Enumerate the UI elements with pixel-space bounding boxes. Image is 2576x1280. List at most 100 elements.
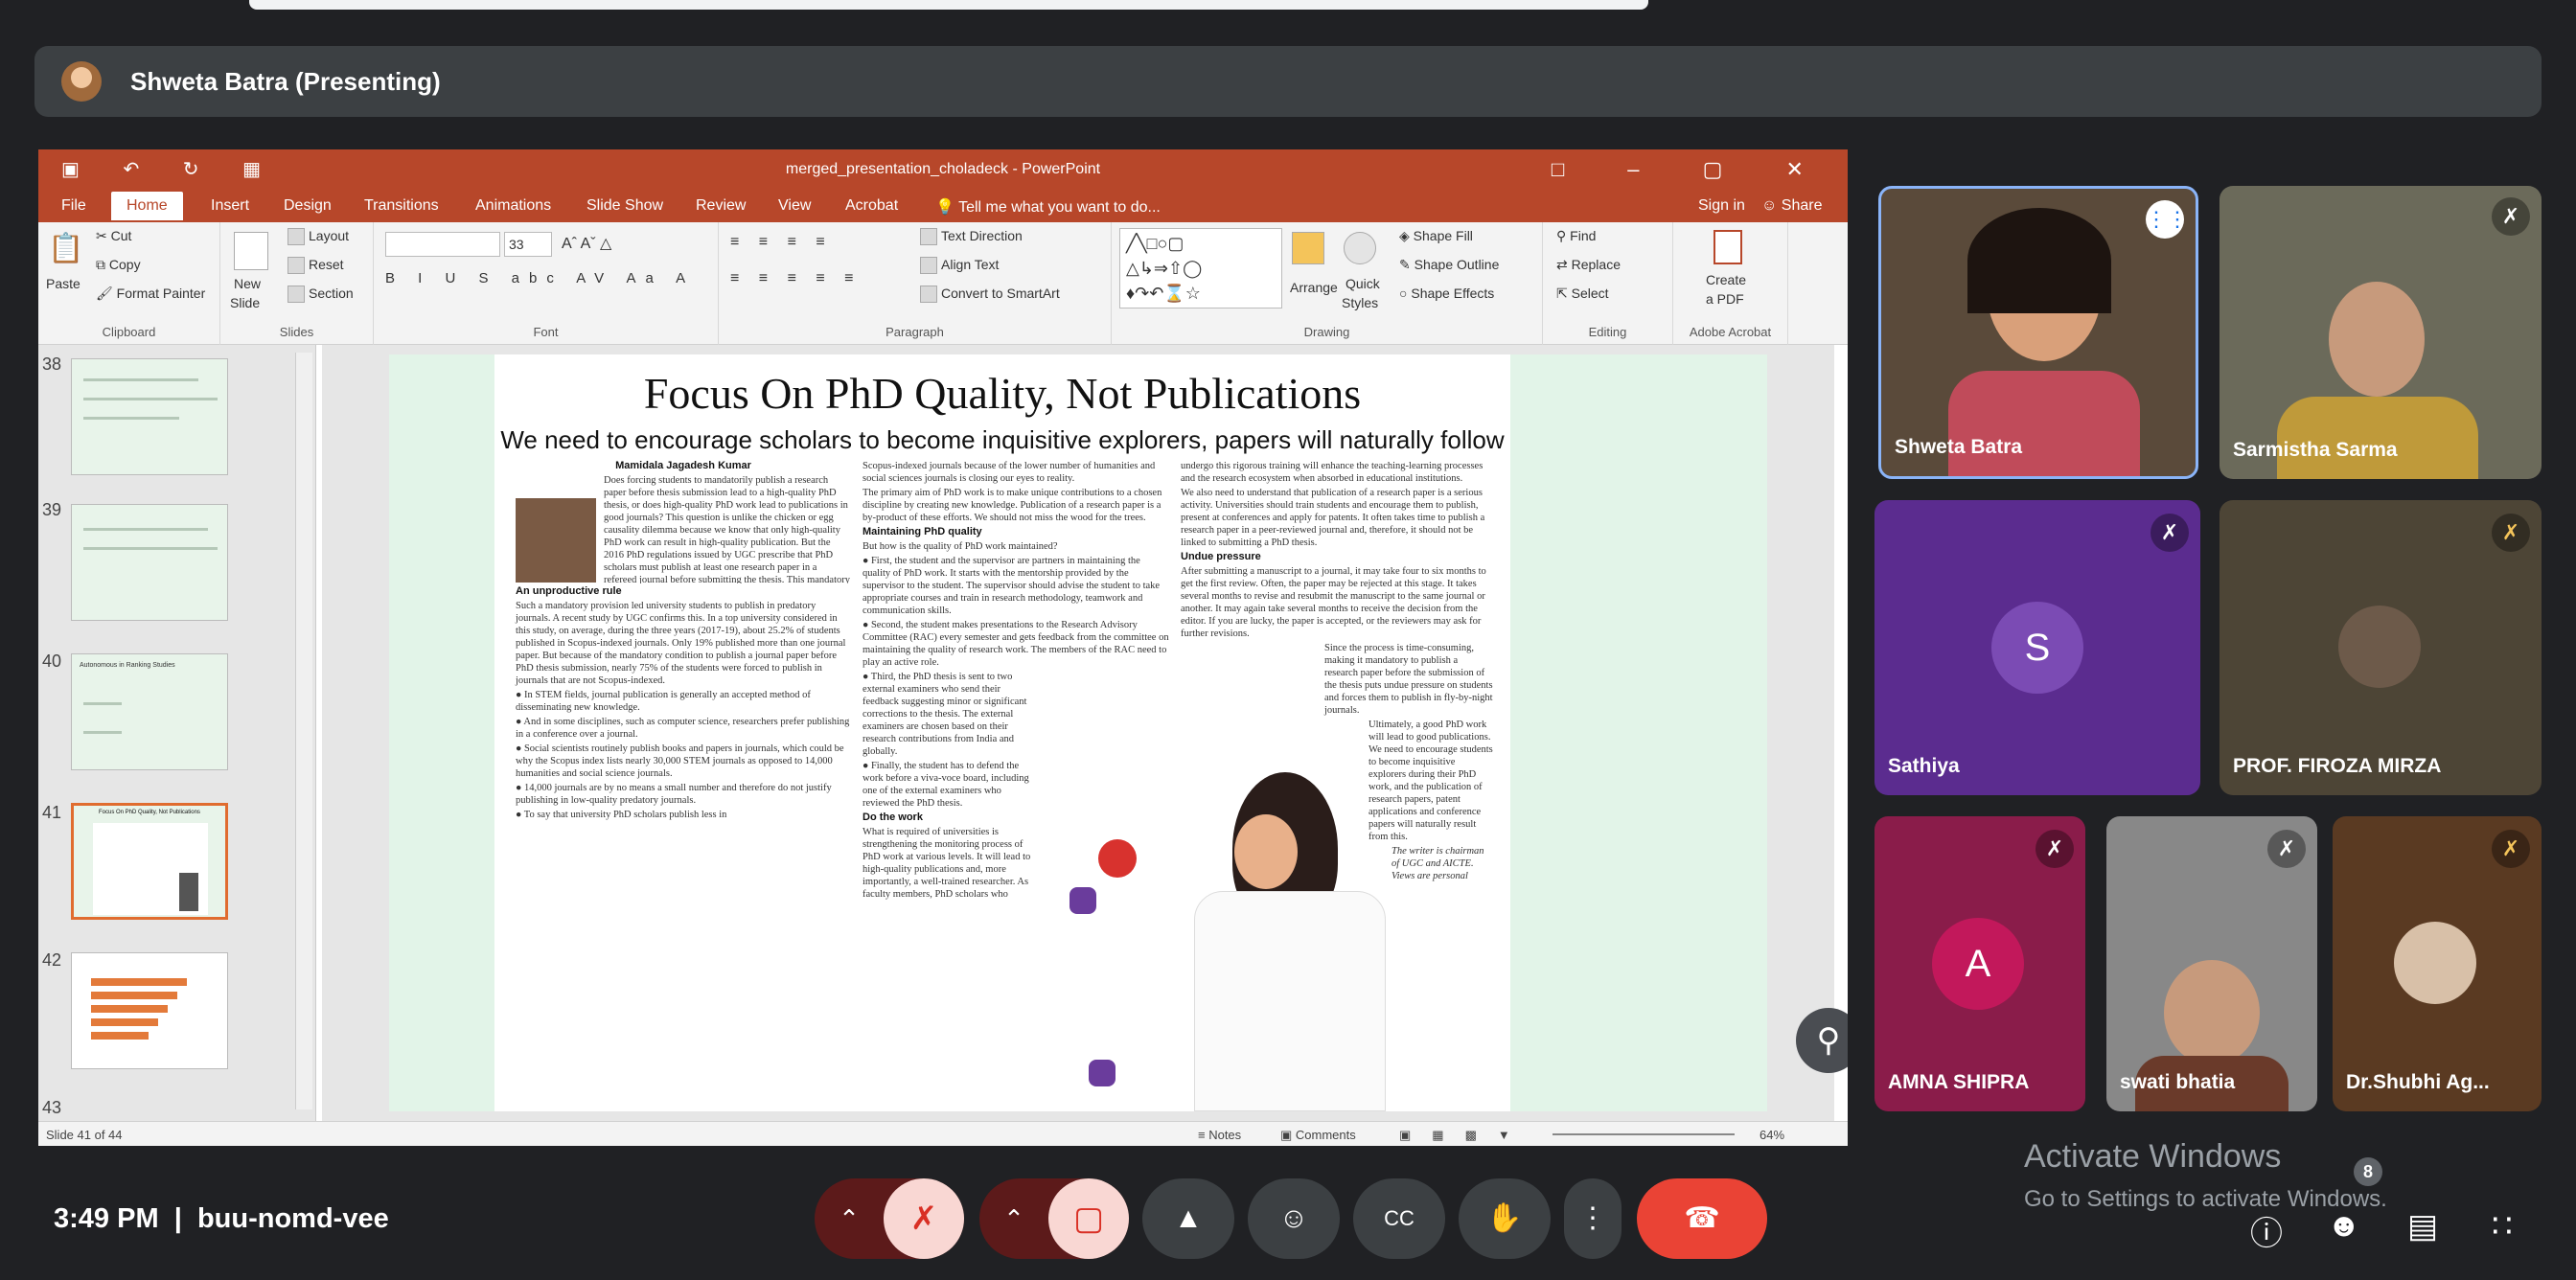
tell-me-box[interactable]: 💡 Tell me what you want to do... <box>935 197 1161 217</box>
tab-acrobat[interactable]: Acrobat <box>845 197 898 215</box>
font-format-buttons[interactable]: B I U S abc AV Aa A <box>385 270 695 286</box>
zoom-level[interactable]: 64% <box>1760 1128 1784 1142</box>
notes-button[interactable]: ≡ Notes <box>1198 1128 1241 1142</box>
font-size-select[interactable]: 33 <box>504 232 552 257</box>
participant-name: Sathiya <box>1888 755 1960 777</box>
tab-insert[interactable]: Insert <box>211 197 249 215</box>
layout-button[interactable]: Layout <box>288 228 349 246</box>
cut-button[interactable]: ✂ Cut <box>96 228 131 244</box>
tab-slide-show[interactable]: Slide Show <box>586 197 663 215</box>
scientist-illustration <box>1060 757 1405 1111</box>
section-button[interactable]: Section <box>288 286 354 304</box>
tab-file[interactable]: File <box>61 197 86 215</box>
create-pdf-label[interactable]: a PDF <box>1706 291 1744 307</box>
meeting-info: 3:49 PM | buu-nomd-vee <box>54 1203 389 1234</box>
copy-label: Copy <box>108 257 141 272</box>
tab-transitions[interactable]: Transitions <box>364 197 439 215</box>
article-footnote: The writer is chairman of UGC and AICTE.… <box>1392 846 1484 881</box>
format-painter-button[interactable]: 🖌 Format Painter <box>96 286 205 302</box>
shape-outline-label: Shape Outline <box>1414 257 1500 272</box>
pdf-icon[interactable] <box>1714 230 1742 264</box>
participant-tile[interactable]: A ✗ AMNA SHIPRA <box>1874 816 2085 1111</box>
zoom-button[interactable]: ⚲ <box>1796 1008 1848 1073</box>
paste-button[interactable]: Paste <box>46 276 80 291</box>
paragraph-group-label: Paragraph <box>886 325 944 339</box>
participant-name: Dr.Shubhi Ag... <box>2346 1071 2490 1093</box>
slide-thumbnail[interactable] <box>71 504 228 621</box>
thumb-title: Autonomous in Ranking Studies <box>80 662 175 669</box>
select-button[interactable]: ⇱ Select <box>1556 286 1609 302</box>
slide-thumbnail[interactable] <box>71 358 228 475</box>
more-options-button[interactable]: ⋮ <box>1564 1178 1622 1259</box>
paste-icon[interactable]: 📋 <box>48 232 83 265</box>
present-screen-button[interactable]: ▲ <box>1142 1178 1234 1259</box>
align-text-button[interactable]: Align Text <box>920 257 999 275</box>
tab-review[interactable]: Review <box>696 197 746 215</box>
tab-animations[interactable]: Animations <box>475 197 551 215</box>
sign-in-link[interactable]: Sign in <box>1698 197 1745 215</box>
people-count-badge: 8 <box>2354 1157 2382 1186</box>
col1-bullet: Social scientists routinely publish book… <box>516 743 844 779</box>
new-slide-label[interactable]: New <box>234 276 261 291</box>
copy-button[interactable]: ⧉ Copy <box>96 257 141 273</box>
reactions-button[interactable]: ☺ <box>1248 1178 1340 1259</box>
captions-button[interactable]: CC <box>1353 1178 1445 1259</box>
tab-design[interactable]: Design <box>284 197 332 215</box>
view-buttons[interactable]: ▣▦▩▼ <box>1399 1128 1531 1143</box>
thumbnail-scrollbar[interactable] <box>295 353 312 1109</box>
font-family-select[interactable] <box>385 232 500 257</box>
zoom-slider[interactable] <box>1552 1133 1735 1135</box>
current-slide[interactable]: Focus On PhD Quality, Not Publications W… <box>389 354 1848 1111</box>
participant-tile[interactable]: ⋮⋮ Shweta Batra <box>1878 186 2198 479</box>
participant-tile[interactable]: ✗ Sarmistha Sarma <box>2220 186 2542 479</box>
slide-thumbnail[interactable] <box>71 952 228 1069</box>
participant-tile[interactable]: ✗ PROF. FIROZA MIRZA <box>2220 500 2542 795</box>
text-direction-button[interactable]: Text Direction <box>920 228 1023 246</box>
clipboard-group: 📋 Paste ✂ Cut ⧉ Copy 🖌 Format Painter Cl… <box>38 222 220 345</box>
font-grow-shrink[interactable]: Aˆ Aˇ △ <box>562 234 611 253</box>
tab-view[interactable]: View <box>778 197 811 215</box>
leave-call-button[interactable]: ☎ <box>1637 1178 1767 1259</box>
activities-icon[interactable]: ∷ <box>2492 1207 2513 1246</box>
glove <box>1070 887 1096 914</box>
col3-paragraph: After submitting a manuscript to a journ… <box>1181 566 1486 639</box>
camera-toggle-button[interactable]: ▢ <box>1048 1178 1129 1259</box>
meeting-details-icon[interactable]: ⓘ <box>2250 1207 2283 1254</box>
list-buttons[interactable]: ≡ ≡ ≡ ≡ <box>730 234 833 251</box>
participant-tile[interactable]: ✗ swati bhatia <box>2106 816 2317 1111</box>
mic-toggle-button[interactable]: ✗ <box>884 1178 964 1259</box>
comments-button[interactable]: ▣ Comments <box>1280 1128 1356 1143</box>
replace-button[interactable]: ⇄ Replace <box>1556 257 1621 273</box>
participant-tile[interactable]: ✗ Dr.Shubhi Ag... <box>2333 816 2542 1111</box>
chat-icon[interactable]: ▤ <box>2407 1207 2438 1246</box>
new-slide-icon[interactable] <box>234 232 268 270</box>
window-controls[interactable]: □ – ▢ ✕ <box>1552 157 1832 182</box>
arrange-label[interactable]: Arrange <box>1290 280 1338 295</box>
people-icon[interactable]: ☻ <box>2327 1207 2361 1245</box>
share-label: Share <box>1781 197 1823 214</box>
raise-hand-button[interactable]: ✋ <box>1459 1178 1551 1259</box>
ribbon-tabs: File Home Insert Design Transitions Anim… <box>38 190 1848 222</box>
tab-home[interactable]: Home <box>111 192 183 220</box>
new-slide-label-2[interactable]: Slide <box>230 295 260 310</box>
styles-label[interactable]: Styles <box>1342 295 1378 310</box>
align-buttons[interactable]: ≡ ≡ ≡ ≡ ≡ <box>730 270 861 287</box>
reset-button[interactable]: Reset <box>288 257 344 275</box>
camera-options-chevron-icon[interactable]: ⌃ <box>979 1178 1048 1259</box>
shape-outline-button[interactable]: ✎ Shape Outline <box>1399 257 1499 273</box>
mic-options-chevron-icon[interactable]: ⌃ <box>815 1178 884 1259</box>
shape-fill-button[interactable]: ◈ Shape Fill <box>1399 228 1473 244</box>
shapes-gallery[interactable]: ╱╲□○▢ △↳⇒⇧◯ ♦↷↶⌛☆ <box>1119 228 1282 309</box>
quick-styles-icon[interactable] <box>1344 232 1376 264</box>
participant-tile[interactable]: S ✗ Sathiya <box>1874 500 2200 795</box>
share-button[interactable]: ☺ Share <box>1761 197 1822 215</box>
convert-smartart-button[interactable]: Convert to SmartArt <box>920 286 1060 304</box>
arrange-icon[interactable] <box>1292 232 1324 264</box>
find-button[interactable]: ⚲ Find <box>1556 228 1596 244</box>
select-label: Select <box>1571 286 1609 301</box>
slide-thumbnail-selected[interactable]: Focus On PhD Quality, Not Publications <box>71 803 228 920</box>
shape-effects-button[interactable]: ○ Shape Effects <box>1399 286 1494 301</box>
quick-label[interactable]: Quick <box>1346 276 1380 291</box>
slide-thumbnail[interactable]: Autonomous in Ranking Studies <box>71 653 228 770</box>
create-label[interactable]: Create <box>1706 272 1746 287</box>
